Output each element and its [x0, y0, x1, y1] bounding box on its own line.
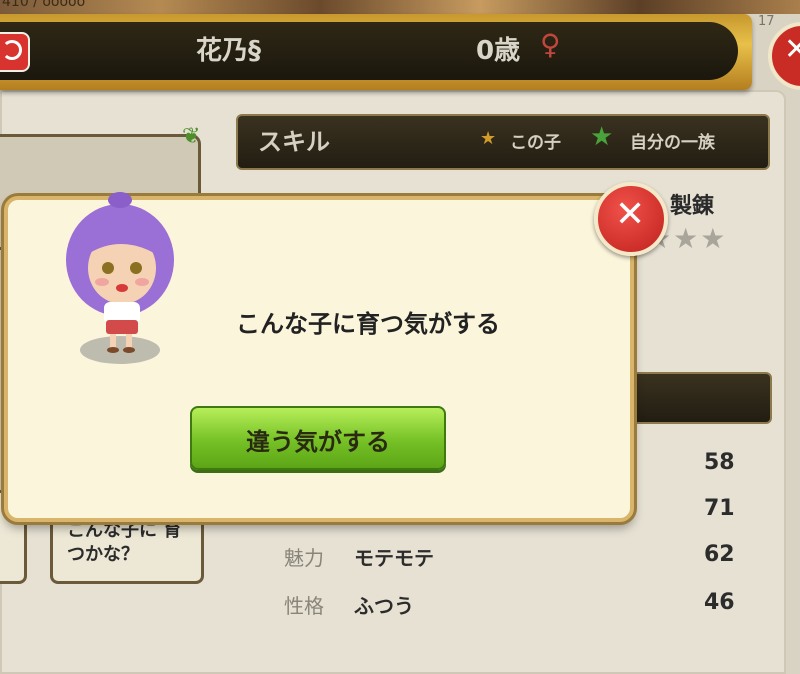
preview-growth-label: こんな子に 育つかな？: [67, 520, 182, 565]
family-label: 自分の一族: [630, 133, 715, 153]
dialog-close-button[interactable]: ✕: [594, 182, 668, 256]
close-icon: ✕: [615, 194, 646, 235]
character-name: 花乃§: [196, 36, 262, 66]
gender-female-icon: ♀: [540, 28, 561, 61]
stat-number: 46: [704, 590, 735, 615]
character-age: 0歳: [476, 36, 521, 66]
dialog-message: こんな子に育つ気がする: [236, 310, 500, 338]
stat-number: 58: [704, 450, 735, 475]
page-number: 17: [758, 14, 775, 29]
stat-value: モテモテ: [354, 546, 434, 570]
leaf-icon: ❦: [182, 124, 201, 149]
close-icon: ✕: [784, 32, 800, 67]
reroll-button-label: 違う気がする: [246, 428, 390, 456]
star-orange-icon: ★: [480, 128, 497, 149]
back-arrow-icon: [2, 40, 22, 60]
header-inner: 花乃§ 0歳 ♀: [0, 22, 738, 80]
top-partial-text: 410 / ooooo: [2, 0, 86, 10]
child-avatar: [66, 192, 174, 364]
stat-number: 62: [704, 542, 735, 567]
stat-label: 魅力: [284, 546, 324, 570]
stat-value: ふつう: [354, 594, 414, 618]
stats-header-bar: [628, 372, 772, 424]
reroll-button[interactable]: 違う気がする: [190, 406, 446, 470]
star-green-icon: ★: [590, 122, 614, 152]
back-button[interactable]: [0, 32, 30, 72]
skill-title: スキル: [258, 128, 330, 156]
top-banner-strip: 410 / ooooo: [0, 0, 800, 14]
skill-name-refining: 製錬: [670, 194, 715, 219]
this-child-label: この子: [510, 133, 561, 153]
close-window-button[interactable]: ✕: [768, 22, 800, 90]
stat-label: 性格: [284, 594, 324, 618]
stat-number: 71: [704, 496, 735, 521]
header-bar: 花乃§ 0歳 ♀: [0, 14, 752, 90]
